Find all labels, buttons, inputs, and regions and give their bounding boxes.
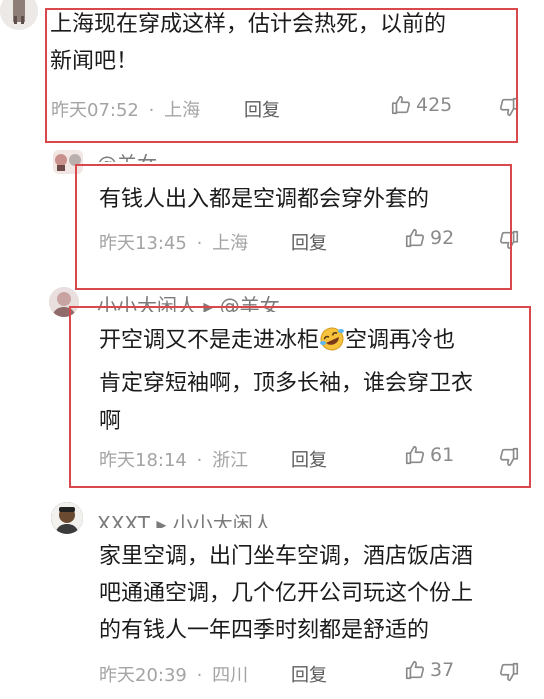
comment-text: 家里空调，出门坐车空调，酒店饭店酒 吧通通空调，几个亿开公司玩这个份上 的有钱人… <box>99 540 473 648</box>
comment-username[interactable]: @羊女 <box>97 148 157 162</box>
comment-line: 的有钱人一年四季时刻都是舒适的 <box>99 618 430 643</box>
avatar[interactable] <box>0 0 38 30</box>
dislike-button[interactable] <box>498 661 520 687</box>
reply-button[interactable]: 回复 <box>291 661 327 687</box>
like-button[interactable]: 37 <box>404 659 454 681</box>
avatar[interactable] <box>51 502 83 534</box>
comment-line: 吧通通空调，几个亿开公司玩这个份上 <box>99 581 474 606</box>
comment-line: 家里空调，出门坐车空调，酒店饭店酒 <box>99 544 474 569</box>
comment-thread: 上海现在穿成这样，估计会热死，以前的 新闻吧！ 昨天07:52 · 上海 回复 … <box>0 0 544 699</box>
highlight-box <box>75 164 512 290</box>
comment-location: 四川 <box>212 665 249 686</box>
meta-separator: · <box>196 665 203 686</box>
thumbs-up-icon <box>405 660 425 680</box>
highlight-box <box>69 306 531 488</box>
highlight-box <box>45 8 518 143</box>
comment-time: 昨天20:39 <box>99 665 187 686</box>
comment-username[interactable]: XXXT ▸ 小小大闲人 <box>97 508 273 528</box>
like-count: 37 <box>430 659 455 681</box>
thumbs-down-icon <box>499 662 519 682</box>
comment-meta: 昨天20:39 · 四川 <box>99 661 248 687</box>
